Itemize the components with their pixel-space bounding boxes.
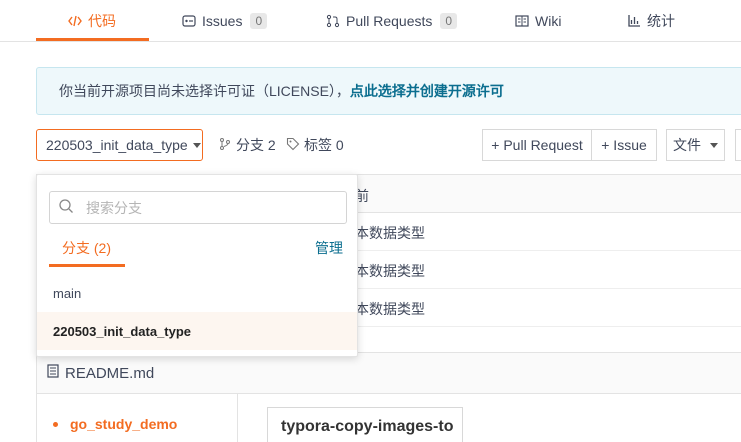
branch-item-label: main: [53, 285, 82, 301]
commit-message: 本数据类型: [355, 263, 425, 279]
issues-icon: [182, 14, 196, 28]
tab-branches[interactable]: 分支 (2): [62, 238, 111, 258]
tag-icon: [286, 137, 300, 154]
branch-item-main[interactable]: main: [37, 274, 357, 312]
search-icon: [58, 198, 74, 217]
pull-request-icon: [326, 14, 340, 28]
branch-search-box: [49, 191, 347, 224]
tags-count: 标签 0: [304, 137, 344, 153]
branch-item-220503-init-data-type[interactable]: 220503_init_data_type: [37, 312, 357, 350]
tab-pull-requests[interactable]: Pull Requests 0: [326, 0, 458, 42]
active-tab-indicator: [36, 38, 149, 41]
new-pull-request-label: + Pull Request: [491, 137, 583, 153]
repo-tabs: 代码 Issues 0 Pull Requests 0 Wiki 统计: [0, 0, 741, 42]
tab-label: Issues: [202, 13, 243, 29]
readme-content-heading: typora-copy-images-to: [267, 407, 463, 442]
tab-stats[interactable]: 统计: [627, 0, 675, 42]
new-pull-request-button[interactable]: + Pull Request: [482, 129, 592, 161]
branch-icon: [218, 137, 232, 154]
toc-item[interactable]: go_study_demo: [53, 416, 177, 432]
tab-code[interactable]: 代码: [68, 0, 116, 42]
chevron-down-icon: [710, 142, 718, 148]
tab-label: 统计: [647, 13, 675, 29]
tags-count-link[interactable]: 标签 0: [286, 129, 344, 161]
commit-message: 本数据类型: [355, 301, 425, 317]
branch-item-label: 220503_init_data_type: [53, 323, 192, 339]
create-license-link[interactable]: 点此选择并创建开源许可: [350, 81, 504, 101]
readme-title: README.md: [65, 364, 155, 382]
tab-issues[interactable]: Issues 0: [182, 0, 268, 42]
toc-item-label: go_study_demo: [70, 416, 178, 432]
active-tab-indicator: [49, 264, 125, 267]
document-icon: [47, 364, 59, 382]
branch-search-input[interactable]: [86, 199, 316, 216]
file-menu-button[interactable]: 文件: [666, 129, 725, 161]
readme-panel: README.md go_study_demo typora-copy-imag…: [36, 352, 741, 442]
manage-branches-link[interactable]: 管理: [315, 238, 343, 258]
tab-label: Wiki: [535, 13, 562, 29]
tab-label: Pull Requests: [346, 13, 433, 29]
new-issue-label: + Issue: [601, 137, 647, 153]
tab-wiki[interactable]: Wiki: [515, 0, 561, 42]
chevron-down-icon: [192, 142, 201, 148]
stats-icon: [627, 14, 641, 28]
code-icon: [68, 14, 82, 28]
more-button[interactable]: [735, 129, 741, 161]
file-menu-label: 文件: [673, 137, 701, 153]
license-banner: 你当前开源项目尚未选择许可证（LICENSE）， 点此选择并创建开源许可: [36, 67, 741, 115]
branches-count: 分支 2: [236, 137, 276, 153]
bullet-icon: [53, 421, 58, 427]
tab-label: 代码: [88, 13, 116, 29]
branches-count-link[interactable]: 分支 2: [218, 129, 276, 161]
wiki-icon: [515, 14, 529, 28]
readme-header: README.md: [37, 353, 741, 394]
current-branch-label: 220503_init_data_type: [46, 137, 188, 153]
readme-heading-text: typora-copy-images-to: [281, 418, 454, 435]
branch-dropdown: 分支 (2) 管理 main 220503_init_data_type: [36, 174, 358, 357]
branch-selector-button[interactable]: 220503_init_data_type: [36, 129, 203, 161]
readme-toc: go_study_demo: [37, 394, 238, 442]
issues-count-badge: 0: [250, 13, 268, 29]
commit-message: 本数据类型: [355, 225, 425, 241]
pull-requests-count-badge: 0: [440, 13, 458, 29]
license-banner-text: 你当前开源项目尚未选择许可证（LICENSE），: [59, 83, 350, 99]
new-issue-button[interactable]: + Issue: [591, 129, 657, 161]
